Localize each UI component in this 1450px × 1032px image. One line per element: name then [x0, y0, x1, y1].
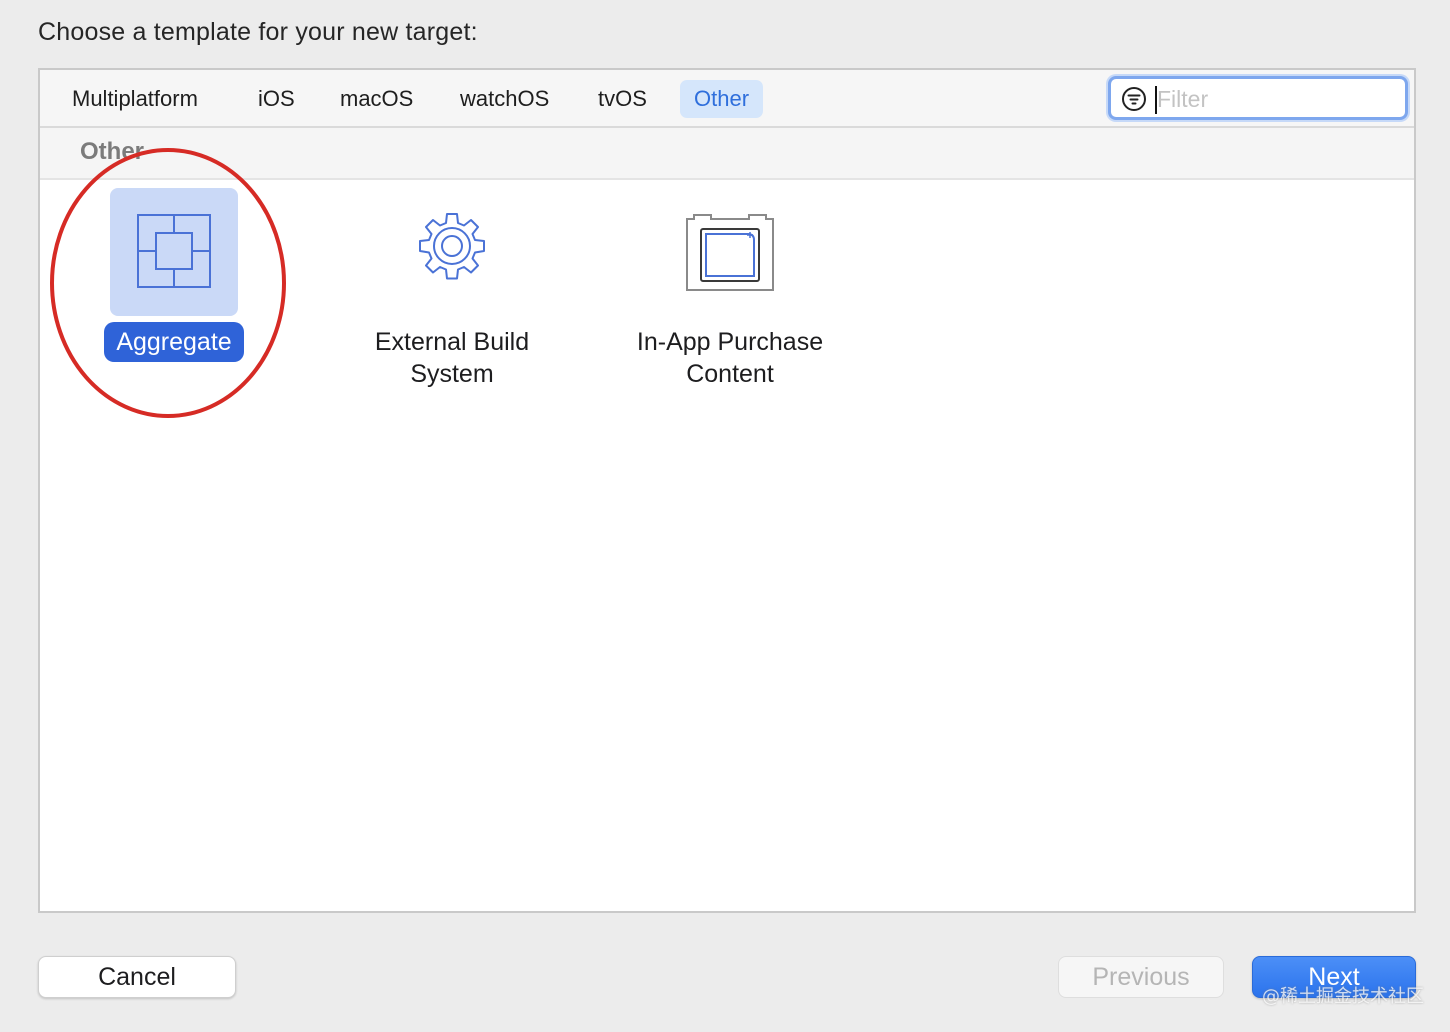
- filter-icon: [1122, 87, 1146, 111]
- template-aggregate[interactable]: Aggregate: [54, 188, 294, 362]
- template-label: External Build System: [374, 328, 530, 388]
- previous-button[interactable]: Previous: [1058, 956, 1224, 998]
- section-title: Other: [80, 138, 145, 165]
- template-label: Aggregate: [104, 322, 244, 362]
- template-panel: Multiplatform iOS macOS watchOS tvOS Oth…: [38, 68, 1416, 913]
- gear-icon: [419, 213, 485, 280]
- tab-watchos[interactable]: watchOS: [446, 80, 563, 118]
- dialog-prompt: Choose a template for your new target:: [38, 18, 478, 46]
- filter-field[interactable]: [1108, 76, 1408, 120]
- cancel-button[interactable]: Cancel: [38, 956, 236, 998]
- template-external-build-system[interactable]: External Build System: [332, 188, 572, 394]
- filter-input[interactable]: [1157, 83, 1397, 115]
- aggregate-icon: [137, 214, 211, 288]
- aggregate-icon-tile: [110, 188, 238, 316]
- tab-multiplatform[interactable]: Multiplatform: [58, 80, 212, 118]
- tab-other[interactable]: Other: [680, 80, 764, 118]
- gear-icon-tile: [388, 188, 516, 316]
- tab-ios[interactable]: iOS: [244, 80, 309, 118]
- watermark: @稀土掘金技术社区: [1262, 986, 1424, 1007]
- template-dialog: Choose a template for your new target: M…: [0, 0, 1450, 1032]
- template-in-app-purchase-content[interactable]: In-App Purchase Content: [610, 188, 850, 394]
- template-label: In-App Purchase Content: [636, 328, 824, 388]
- in-app-purchase-icon: [686, 214, 774, 291]
- section-header: Other: [40, 128, 1414, 180]
- platform-tab-bar: Multiplatform iOS macOS watchOS tvOS Oth…: [40, 70, 1414, 128]
- tab-macos[interactable]: macOS: [326, 80, 427, 118]
- tab-tvos[interactable]: tvOS: [584, 80, 661, 118]
- in-app-purchase-icon-tile: [666, 188, 794, 316]
